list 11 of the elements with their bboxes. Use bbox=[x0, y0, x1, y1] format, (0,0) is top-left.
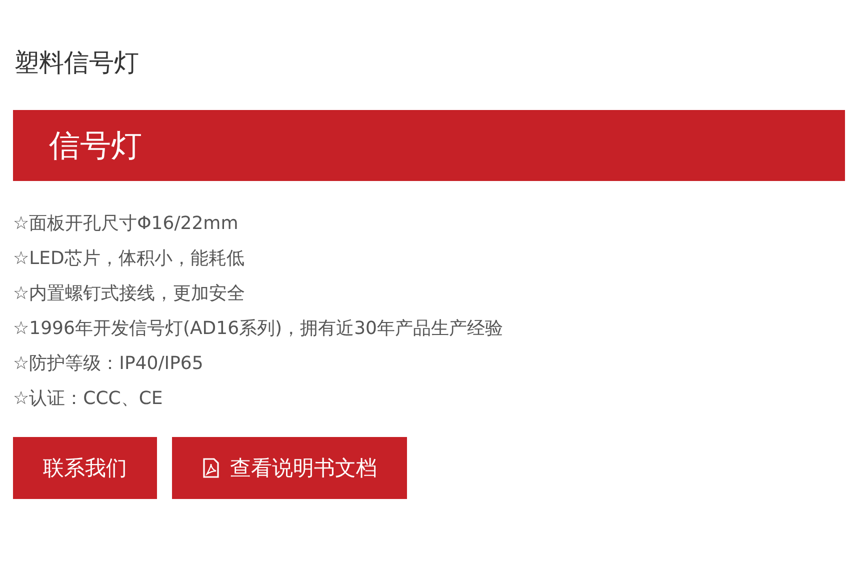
contact-button[interactable]: 联系我们 bbox=[13, 437, 157, 499]
feature-line: ☆面板开孔尺寸Φ16/22mm bbox=[13, 212, 240, 236]
banner-title: 信号灯 bbox=[49, 126, 142, 166]
pdf-file-icon bbox=[202, 458, 220, 478]
document-button[interactable]: 查看说明书文档 bbox=[172, 437, 407, 499]
feature-line: ☆LED芯片，体积小，能耗低 bbox=[13, 247, 246, 271]
feature-line: ☆认证：CCC、CE bbox=[13, 387, 164, 411]
feature-line: ☆内置螺钉式接线，更加安全 bbox=[13, 282, 246, 306]
page-title: 塑料信号灯 bbox=[14, 47, 140, 79]
feature-line: ☆防护等级：IP40/IP65 bbox=[13, 352, 204, 376]
feature-line: ☆1996年开发信号灯(AD16系列)，拥有近30年产品生产经验 bbox=[13, 317, 504, 341]
